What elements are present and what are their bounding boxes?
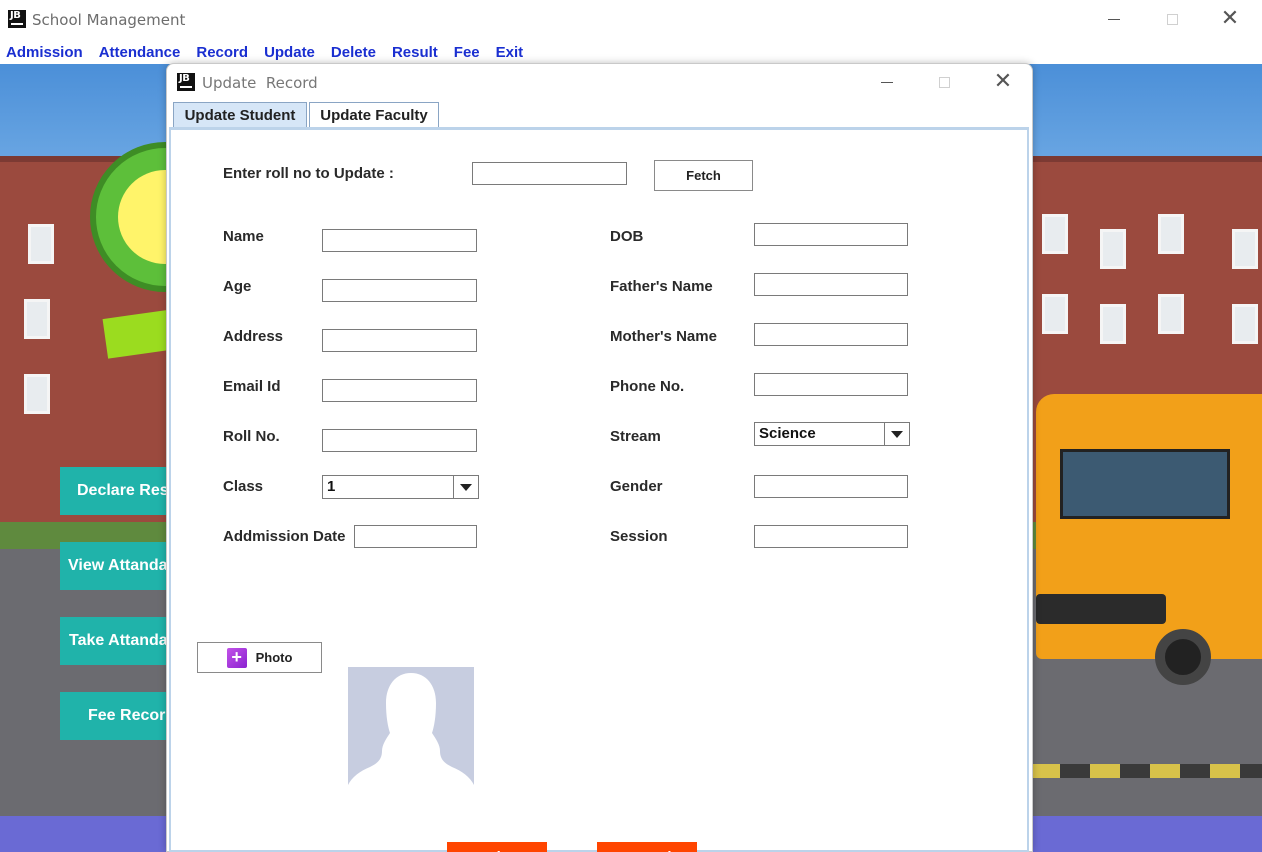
menu-update[interactable]: Update xyxy=(264,44,315,61)
tab-update-faculty[interactable]: Update Faculty xyxy=(309,102,439,128)
phone-label: Phone No. xyxy=(610,378,685,395)
close-button[interactable]: ✕ xyxy=(1210,6,1250,32)
avatar-placeholder-icon xyxy=(348,667,474,785)
menu-fee[interactable]: Fee xyxy=(454,44,480,61)
building-window xyxy=(1158,214,1184,254)
father-name-input[interactable] xyxy=(754,273,908,296)
road-stripe xyxy=(1030,764,1262,778)
tab-update-student[interactable]: Update Student xyxy=(173,102,307,128)
minimize-button[interactable] xyxy=(1094,6,1134,32)
admission-date-label: Addmission Date xyxy=(223,528,346,545)
add-photo-button[interactable]: + Photo xyxy=(197,642,322,673)
update-button[interactable]: Update xyxy=(447,842,547,852)
maximize-icon xyxy=(1166,13,1178,25)
photo-preview xyxy=(348,667,474,785)
close-icon: ✕ xyxy=(993,69,1013,94)
maximize-button[interactable] xyxy=(1152,6,1192,32)
dialog-title: Update Record xyxy=(202,74,318,92)
menu-admission[interactable]: Admission xyxy=(6,44,83,61)
update-student-panel: Enter roll no to Update : Fetch Name Age… xyxy=(169,130,1029,852)
phone-input[interactable] xyxy=(754,373,908,396)
session-input[interactable] xyxy=(754,525,908,548)
age-label: Age xyxy=(223,278,252,295)
dialog-close-button[interactable]: ✕ xyxy=(983,69,1023,95)
roll-prompt-label: Enter roll no to Update : xyxy=(223,165,394,182)
menu-bar: Admission Attendance Record Update Delet… xyxy=(0,40,1262,64)
admission-date-input[interactable] xyxy=(354,525,477,548)
menu-result[interactable]: Result xyxy=(392,44,438,61)
mother-name-label: Mother's Name xyxy=(610,328,717,345)
address-input[interactable] xyxy=(322,329,477,352)
age-input[interactable] xyxy=(322,279,477,302)
cancel-button[interactable]: Cancel xyxy=(597,842,697,852)
gender-label: Gender xyxy=(610,478,663,495)
menu-delete[interactable]: Delete xyxy=(331,44,376,61)
name-label: Name xyxy=(223,228,264,245)
gender-input[interactable] xyxy=(754,475,908,498)
building-window xyxy=(28,224,54,264)
roll-no-input[interactable] xyxy=(322,429,477,452)
class-select[interactable]: 1 xyxy=(322,475,479,499)
roll-no-label: Roll No. xyxy=(223,428,280,445)
building-window xyxy=(1042,214,1068,254)
building-window xyxy=(1158,294,1184,334)
photo-button-label: Photo xyxy=(255,650,293,665)
app-logo-icon: JB xyxy=(8,10,26,28)
name-input[interactable] xyxy=(322,229,477,252)
dialog-minimize-button[interactable] xyxy=(867,69,907,95)
update-record-dialog: JB Update Record ✕ Update Student Update… xyxy=(166,63,1033,852)
main-window-title: School Management xyxy=(32,11,186,29)
building-window xyxy=(1100,229,1126,269)
menu-exit[interactable]: Exit xyxy=(496,44,524,61)
address-label: Address xyxy=(223,328,284,345)
bus-wheel xyxy=(1155,629,1211,685)
dropdown-arrow-icon[interactable] xyxy=(454,476,478,498)
roll-search-input[interactable] xyxy=(472,162,627,185)
stream-selected-value: Science xyxy=(755,423,885,445)
dialog-maximize-button[interactable] xyxy=(924,69,964,95)
father-name-label: Father's Name xyxy=(610,278,713,295)
email-label: Email Id xyxy=(223,378,281,395)
building-window xyxy=(24,374,50,414)
minimize-icon xyxy=(881,81,893,83)
close-icon: ✕ xyxy=(1220,6,1240,31)
dob-label: DOB xyxy=(610,228,644,245)
dob-input[interactable] xyxy=(754,223,908,246)
bus-windshield xyxy=(1060,449,1230,519)
class-selected-value: 1 xyxy=(323,476,454,498)
email-input[interactable] xyxy=(322,379,477,402)
building-window xyxy=(1042,294,1068,334)
stream-select[interactable]: Science xyxy=(754,422,910,446)
building-window xyxy=(1232,304,1258,344)
building-window xyxy=(1100,304,1126,344)
building-window xyxy=(24,299,50,339)
building-window xyxy=(1232,229,1258,269)
bus-bumper xyxy=(1036,594,1166,624)
dialog-logo-icon: JB xyxy=(177,73,195,91)
session-label: Session xyxy=(610,528,668,545)
menu-attendance[interactable]: Attendance xyxy=(99,44,181,61)
dropdown-arrow-icon[interactable] xyxy=(885,423,909,445)
class-label: Class xyxy=(223,478,264,495)
mother-name-input[interactable] xyxy=(754,323,908,346)
menu-record[interactable]: Record xyxy=(196,44,248,61)
maximize-icon xyxy=(938,76,950,88)
stream-label: Stream xyxy=(610,428,661,445)
main-title-bar: JB School Management ✕ xyxy=(0,0,1262,40)
fetch-button[interactable]: Fetch xyxy=(654,160,753,191)
plus-icon: + xyxy=(226,647,247,668)
minimize-icon xyxy=(1108,18,1120,20)
